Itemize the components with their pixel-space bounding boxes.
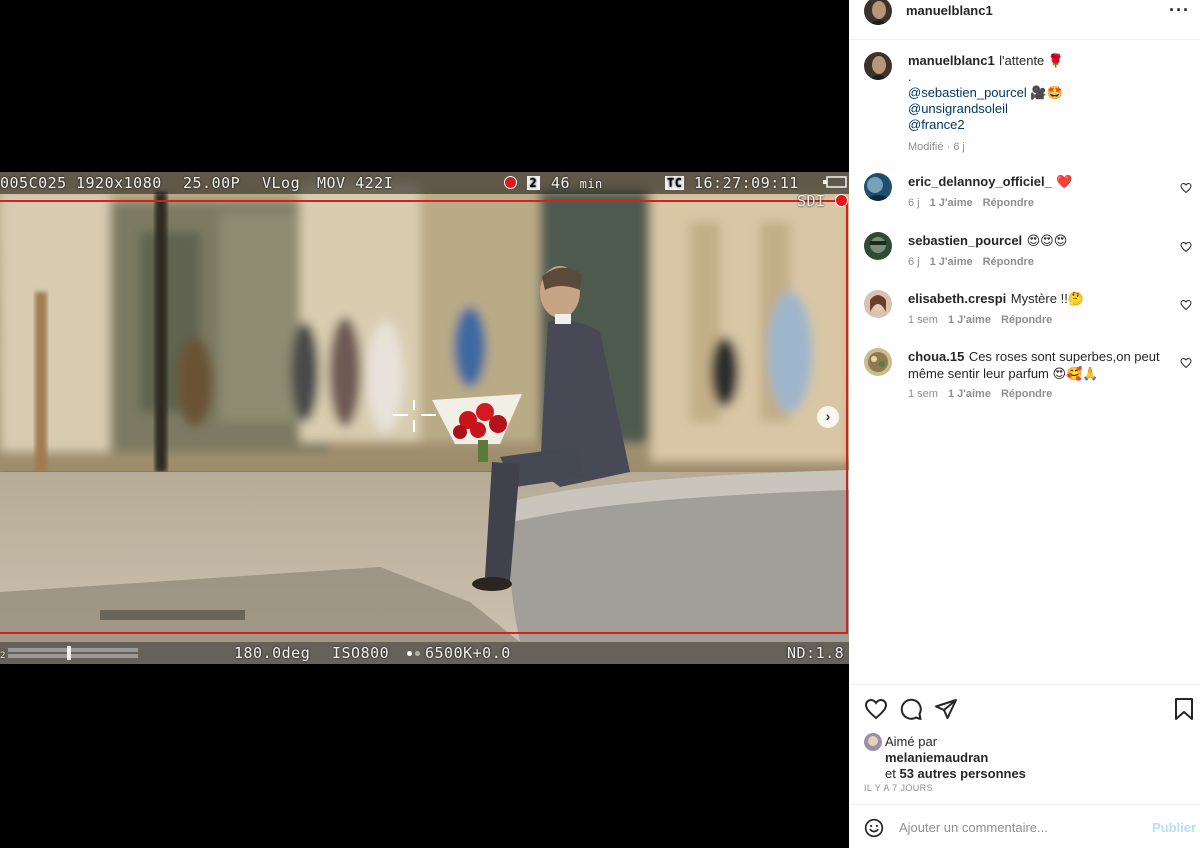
osd-remaining-unit: min: [579, 177, 603, 191]
osd-remaining-value: 46: [551, 174, 571, 192]
post-header: manuelblanc1 ···: [849, 0, 1200, 40]
comment-time: 6 j: [908, 256, 920, 268]
osd-sdi-label: SDI: [797, 192, 826, 210]
comment-time: 1 sem: [908, 314, 938, 326]
author-username[interactable]: manuelblanc1: [906, 3, 993, 18]
comment-likes[interactable]: 1 J'aime: [930, 256, 973, 268]
comment-username[interactable]: choua.15: [908, 349, 964, 364]
comment-username[interactable]: eric_delannoy_officiel_: [908, 174, 1052, 189]
others-prefix: et: [885, 766, 896, 781]
osd-nd: ND:1.8: [787, 644, 845, 662]
scene-photo: [0, 172, 849, 664]
caption-dot: .: [908, 69, 912, 84]
camera-osd-bottom: 2 180.0deg ISO800 6500K+0.0 ND:1.8: [0, 642, 849, 664]
comment-item: eric_delannoy_officiel_ ❤️ 6 j 1 J'aime Ré…: [849, 173, 1200, 223]
post-date: IL Y A 7 JOURS: [864, 783, 933, 793]
osd-iso: ISO800: [332, 644, 390, 662]
osd-tc-label: TC: [665, 176, 685, 190]
osd-remaining: 46 min: [551, 174, 603, 192]
reply-button[interactable]: Répondre: [1001, 388, 1052, 400]
post-media: 005C025 1920x1080 25.00P VLog MOV 422I 2…: [0, 0, 849, 848]
share-icon[interactable]: [934, 697, 958, 721]
comment-item: choua.15 Ces roses sont superbes,on peut…: [849, 348, 1200, 408]
comment-text: ❤️: [1056, 174, 1073, 189]
audio-meter-icon: 2: [0, 646, 140, 664]
osd-clip-name: 005C025: [0, 174, 67, 192]
svg-text:2: 2: [0, 651, 6, 660]
osd-gamma: VLog: [262, 174, 301, 192]
publish-button[interactable]: Publier: [1152, 820, 1196, 835]
osd-white-balance: 6500K+0.0: [425, 644, 511, 662]
osd-rec-slot: 2: [526, 176, 541, 190]
post-actions: Aimé par melaniemaudran et 53 autres per…: [849, 684, 1200, 804]
osd-resolution: 1920x1080: [76, 174, 162, 192]
osd-rec-status: 2: [504, 174, 541, 192]
comment-avatar[interactable]: [864, 232, 892, 260]
comment-input[interactable]: [899, 817, 1139, 837]
caption-modified: Modifié: [908, 141, 944, 153]
osd-frame-rate: 25.00P: [183, 174, 241, 192]
comment-likes[interactable]: 1 J'aime: [930, 197, 973, 209]
osd-timecode: TC 16:27:09:11: [665, 174, 799, 192]
like-comment-heart-icon[interactable]: [1180, 182, 1192, 194]
like-comment-heart-icon[interactable]: [1180, 357, 1192, 369]
osd-shutter: 180.0deg: [234, 644, 311, 662]
comment-likes[interactable]: 1 J'aime: [948, 314, 991, 326]
comment-item: sebastien_pourcel 😍😍😍 6 j 1 J'aime Répondr…: [849, 232, 1200, 282]
post-caption: manuelblanc1 l'attente 🌹 . @sebastien_po…: [849, 52, 1200, 162]
post-sidebar: manuelblanc1 ··· manuelblanc1 l'attente …: [849, 0, 1200, 848]
liker-avatar[interactable]: [864, 733, 882, 751]
reply-button[interactable]: Répondre: [1001, 314, 1052, 326]
reply-button[interactable]: Répondre: [983, 197, 1034, 209]
emoji-icon[interactable]: [864, 818, 884, 838]
caption-avatar[interactable]: [864, 52, 892, 80]
comment-text: 😍😍😍: [1026, 233, 1068, 248]
camera-osd-top: 005C025 1920x1080 25.00P VLog MOV 422I 2…: [0, 172, 849, 194]
comment-avatar[interactable]: [864, 348, 892, 376]
carousel-indicator: [407, 643, 423, 661]
carousel-dot-active: [407, 651, 412, 656]
comment-item: elisabeth.crespi Mystère !!🤔 1 sem 1 J'ai…: [849, 290, 1200, 340]
osd-timecode-value: 16:27:09:11: [693, 174, 799, 192]
comment-avatar[interactable]: [864, 173, 892, 201]
battery-icon: [822, 175, 848, 193]
caption-username[interactable]: manuelblanc1: [908, 53, 995, 68]
comment-likes[interactable]: 1 J'aime: [948, 388, 991, 400]
like-comment-heart-icon[interactable]: [1180, 241, 1192, 253]
author-avatar[interactable]: [864, 0, 892, 25]
liked-by-user[interactable]: melaniemaudran: [885, 750, 988, 765]
sdi-rec-icon: [835, 194, 849, 207]
likes-summary: Aimé par melaniemaudran et 53 autres per…: [885, 734, 1026, 782]
comment-time: 1 sem: [908, 388, 938, 400]
video-frame: 005C025 1920x1080 25.00P VLog MOV 422I 2…: [0, 172, 849, 664]
carousel-dot: [415, 651, 420, 656]
comment-icon[interactable]: [899, 697, 923, 721]
heart-icon[interactable]: [864, 697, 888, 721]
carousel-next-button[interactable]: ›: [817, 406, 839, 428]
caption-text: l'attente 🌹: [999, 53, 1065, 68]
comment-username[interactable]: sebastien_pourcel: [908, 233, 1022, 248]
comment-username[interactable]: elisabeth.crespi: [908, 291, 1006, 306]
mention-link[interactable]: @unsigrandsoleil: [908, 101, 1178, 117]
osd-codec: MOV 422I: [317, 174, 394, 192]
reply-button[interactable]: Répondre: [983, 256, 1034, 268]
comment-text: Mystère !!🤔: [1010, 291, 1084, 306]
rec-indicator-icon: [504, 176, 517, 189]
osd-sdi: SDI: [797, 192, 849, 210]
bookmark-icon[interactable]: [1173, 697, 1195, 721]
add-comment-bar: Publier: [849, 804, 1200, 848]
others-likes-link[interactable]: 53 autres personnes: [899, 766, 1025, 781]
liked-by-label: Aimé par: [885, 734, 938, 749]
more-options-icon[interactable]: ···: [1169, 0, 1190, 21]
mention-link[interactable]: @france2: [908, 117, 1178, 133]
mention-link[interactable]: @sebastien_pourcel 🎥🤩: [908, 85, 1178, 101]
comment-time: 6 j: [908, 197, 920, 209]
like-comment-heart-icon[interactable]: [1180, 299, 1192, 311]
caption-time: 6 j: [953, 141, 965, 153]
comment-avatar[interactable]: [864, 290, 892, 318]
